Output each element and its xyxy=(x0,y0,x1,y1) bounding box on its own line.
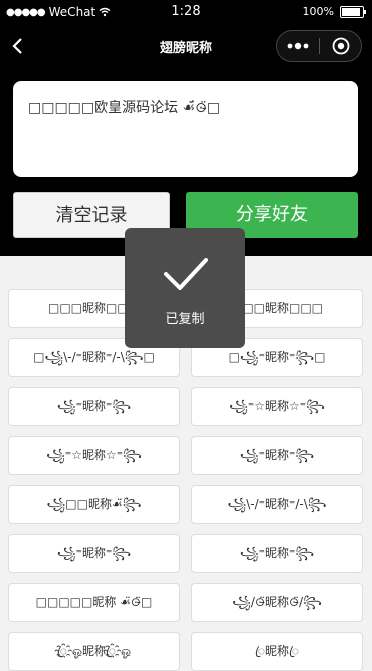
nickname-item[interactable]: ꧁/⊙̵̈昵称⊙̵̈/꧂ xyxy=(191,583,363,622)
nickname-item[interactable]: ꧁\-/⁼昵称⁼/-\꧂ xyxy=(191,485,363,524)
nickname-item[interactable]: ꧁⁼昵称⁼꧂ xyxy=(191,534,363,573)
status-right: 100% xyxy=(302,5,366,18)
more-menu-icon[interactable] xyxy=(287,42,309,50)
battery-percent: 100% xyxy=(302,5,334,18)
battery-icon xyxy=(340,5,366,18)
nickname-item[interactable]: □□□□□昵称 ☙̈⊙̵̈□ xyxy=(8,583,180,622)
toast-message: 已复制 xyxy=(165,312,205,327)
nickname-item[interactable]: ꦿ昵称ꦿ xyxy=(191,632,363,671)
nav-bar: 翅膀昵称 xyxy=(0,26,372,66)
status-bar: ●●●●● WeChat 1:28 100% xyxy=(0,0,372,26)
copied-toast: 已复制 xyxy=(125,228,245,348)
nickname-item[interactable]: ꦿ҈ஓ昵称ꦿ҈ஓ xyxy=(8,632,180,671)
nickname-item[interactable]: ꧁⁼☆昵称☆⁼꧂ xyxy=(8,436,180,475)
close-program-icon[interactable] xyxy=(332,37,350,55)
nickname-item[interactable]: ꧁□□昵称☙̈̈꧂ xyxy=(8,485,180,524)
checkmark-icon xyxy=(164,258,208,290)
nickname-item[interactable]: ꧁⁼☆昵称☆⁼꧂ xyxy=(191,387,363,426)
nickname-preview-text: □□□□□欧皇源码论坛 ☙̈́⊙̵̈□ xyxy=(28,100,221,116)
nickname-item[interactable]: ꧁⁼昵称⁼꧂ xyxy=(8,534,180,573)
nickname-item[interactable]: ꧁⁼昵称⁼꧂ xyxy=(191,436,363,475)
mini-program-capsule xyxy=(276,30,362,62)
nickname-preview-card[interactable]: □□□□□欧皇源码论坛 ☙̈́⊙̵̈□ xyxy=(13,81,358,177)
nickname-item[interactable]: ꧁⁼昵称⁼꧂ xyxy=(8,387,180,426)
capsule-divider xyxy=(319,38,320,54)
